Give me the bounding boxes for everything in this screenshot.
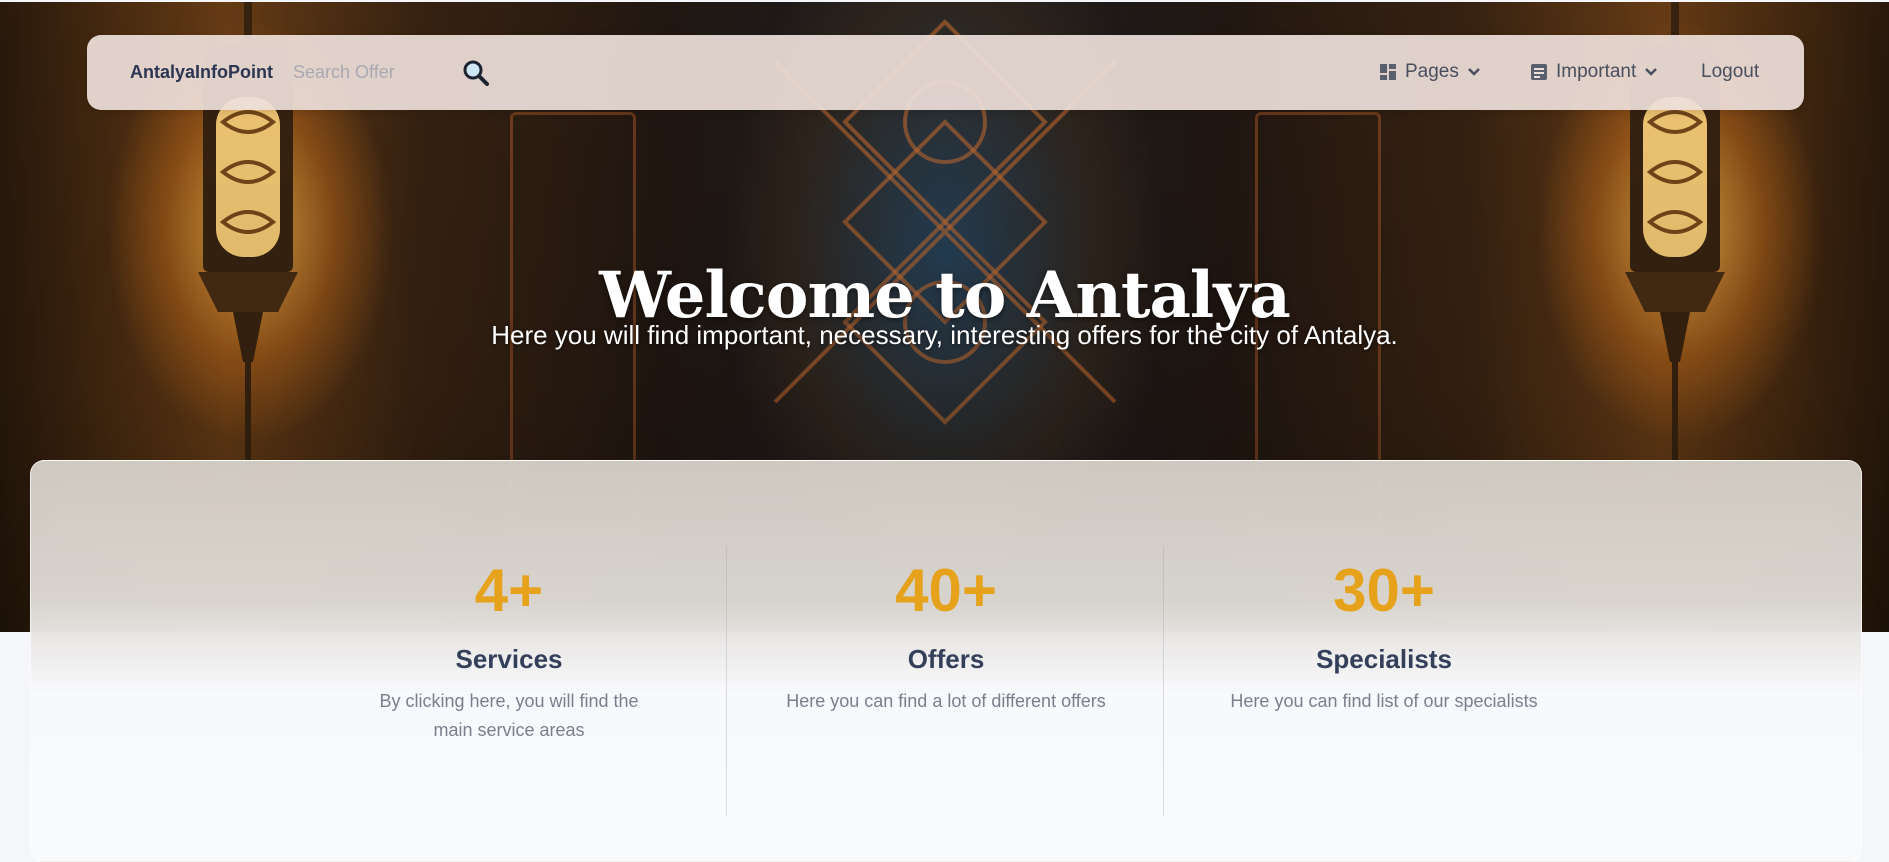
- stat-description: Here you can find a lot of different off…: [786, 691, 1106, 711]
- nav-important-label: Important: [1556, 61, 1637, 82]
- chevron-down-icon: [1644, 67, 1658, 77]
- stat-divider: [726, 546, 727, 816]
- stat-description: Here you can find list of our specialist…: [1230, 691, 1538, 711]
- stat-label: Services: [455, 644, 563, 674]
- nav-pages-dropdown[interactable]: Pages: [1379, 61, 1481, 83]
- dashboard-icon: [1379, 63, 1397, 81]
- chevron-down-icon: [1467, 67, 1481, 77]
- search-icon[interactable]: [461, 58, 491, 88]
- nav-pages-label: Pages: [1405, 61, 1459, 82]
- stat-label: Offers: [907, 644, 985, 674]
- stat-number: 4+: [474, 557, 544, 624]
- brand-logo-text[interactable]: AntalyaInfoPoint: [130, 62, 273, 83]
- stat-divider: [1163, 546, 1164, 816]
- search-input[interactable]: [293, 57, 453, 87]
- stat-number: 30+: [1333, 557, 1435, 624]
- stat-label: Specialists: [1316, 644, 1452, 674]
- logout-link[interactable]: Logout: [1701, 61, 1759, 83]
- logout-label: Logout: [1701, 61, 1760, 82]
- nav-important-dropdown[interactable]: Important: [1530, 61, 1658, 83]
- stat-number: 40+: [895, 557, 997, 624]
- stat-services[interactable]: 4+ Services By clicking here, you will f…: [299, 556, 719, 745]
- hero-subtitle: Here you will find important, necessary,…: [491, 320, 1398, 350]
- stat-offers[interactable]: 40+ Offers Here you can find a lot of di…: [736, 556, 1156, 716]
- document-icon: [1530, 63, 1548, 81]
- stat-specialists[interactable]: 30+ Specialists Here you can find list o…: [1174, 556, 1594, 716]
- stats-card: 4+ Services By clicking here, you will f…: [30, 460, 1862, 862]
- stat-description: By clicking here, you will find the main…: [379, 691, 639, 740]
- top-navbar: AntalyaInfoPoint Pages Import: [87, 35, 1804, 110]
